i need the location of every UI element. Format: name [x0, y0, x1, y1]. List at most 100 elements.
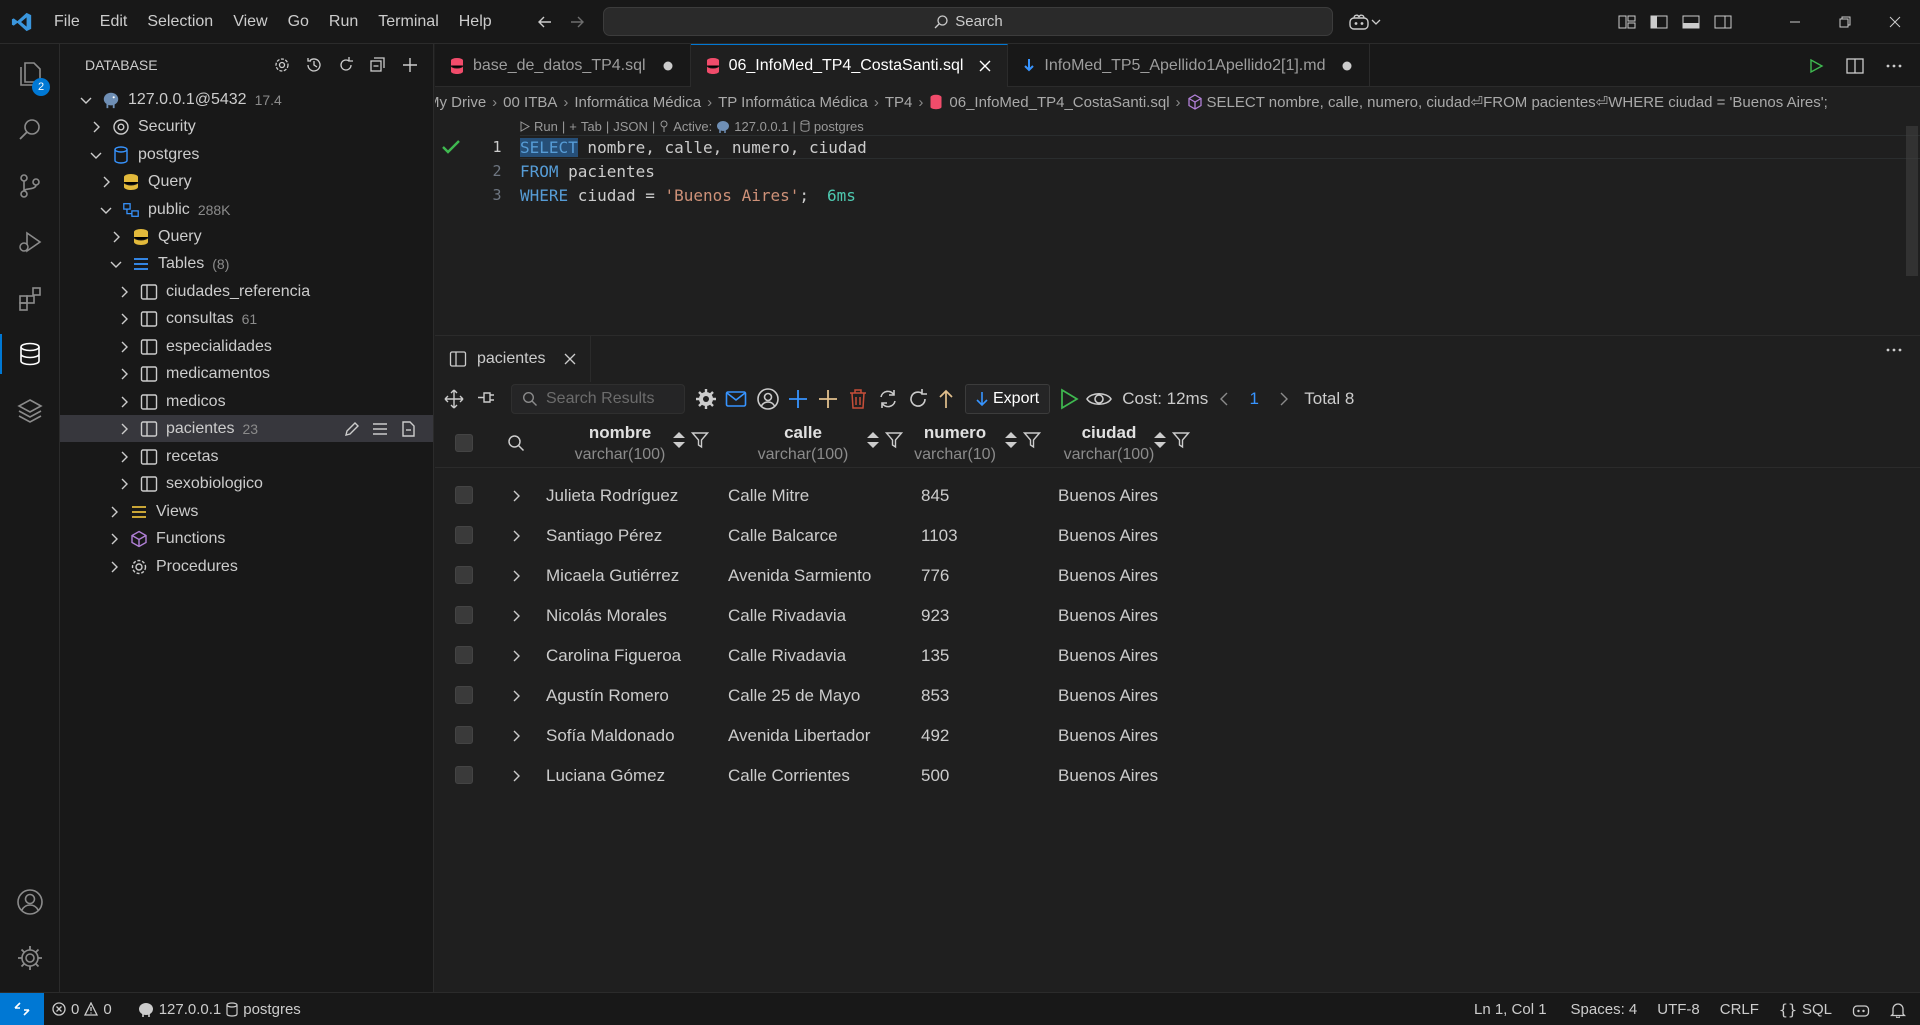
cell-nombre[interactable]: Santiago Pérez	[546, 516, 662, 556]
cell-numero[interactable]: 492	[921, 716, 949, 756]
editor-tab-2[interactable]: 06_InfoMed_TP4_CostaSanti.sql	[690, 44, 1009, 87]
notifications-bell-icon[interactable]	[1880, 993, 1920, 1025]
editor-tab-3[interactable]: InfoMed_TP5_Apellido1Apellido2[1].md	[1008, 44, 1371, 87]
copilot-menu[interactable]	[1348, 0, 1382, 44]
chevron-right-icon[interactable]	[116, 394, 132, 410]
eye-icon[interactable]	[1086, 386, 1113, 412]
cell-ciudad[interactable]: Buenos Aires	[1058, 636, 1158, 676]
toggle-secondary-sidebar-icon[interactable]	[1714, 14, 1732, 30]
row-checkbox[interactable]	[455, 606, 473, 624]
cell-nombre[interactable]: Luciana Gómez	[546, 756, 665, 796]
codelens-run[interactable]: Run	[534, 119, 558, 134]
cell-calle[interactable]: Calle Mitre	[728, 476, 809, 516]
select-all-checkbox[interactable]	[455, 434, 473, 452]
remote-icon[interactable]	[0, 992, 44, 1025]
chevron-down-icon[interactable]	[1370, 16, 1382, 28]
row-checkbox[interactable]	[455, 766, 473, 784]
cell-numero[interactable]: 845	[921, 476, 949, 516]
toggle-panel-icon[interactable]	[1682, 14, 1700, 30]
menu-terminal[interactable]: Terminal	[368, 0, 448, 44]
sort-icon[interactable]	[1152, 430, 1168, 450]
cell-nombre[interactable]: Micaela Gutiérrez	[546, 556, 679, 596]
chevron-right-icon[interactable]	[508, 728, 524, 744]
language-mode[interactable]: {} SQL	[1769, 993, 1842, 1025]
chevron-right-icon[interactable]	[108, 229, 124, 245]
chevron-right-icon[interactable]	[116, 284, 132, 300]
delete-trash-icon[interactable]	[845, 386, 871, 412]
cell-nombre[interactable]: Carolina Figueroa	[546, 636, 681, 676]
back-arrow-icon[interactable]	[536, 13, 554, 31]
chevron-down-icon[interactable]	[88, 147, 104, 163]
sql-editor[interactable]: 1 SELECT nombre, calle, numero, ciudad 2 FR…	[435, 135, 1920, 335]
database-view-icon[interactable]	[0, 326, 60, 382]
breadcrumb-symbol[interactable]: SELECT nombre, calle, numero, ciudad⏎FRO…	[1187, 93, 1828, 111]
table-row[interactable]: Sofía Maldonado Avenida Libertador 492 Buen…	[435, 716, 1920, 756]
cell-nombre[interactable]: Julieta Rodríguez	[546, 476, 678, 516]
table-row[interactable]: Luciana Gómez Calle Corrientes 500 Buenos A…	[435, 756, 1920, 796]
accounts-icon[interactable]	[0, 874, 60, 930]
line-endings[interactable]: CRLF	[1710, 993, 1769, 1025]
tree-item-security[interactable]: Security	[60, 113, 433, 140]
cell-nombre[interactable]: Agustín Romero	[546, 676, 669, 716]
chevron-right-icon[interactable]	[116, 366, 132, 382]
chevron-right-icon[interactable]	[106, 559, 122, 575]
forward-arrow-icon[interactable]	[568, 13, 586, 31]
customize-layout-icon[interactable]	[1618, 14, 1636, 30]
sort-icon[interactable]	[865, 430, 881, 450]
run-play-icon[interactable]	[1056, 386, 1082, 412]
chevron-right-icon[interactable]	[508, 488, 524, 504]
refresh-icon[interactable]	[905, 386, 931, 412]
chevron-right-icon[interactable]	[88, 119, 104, 135]
code-line-3[interactable]: 3 WHERE ciudad = 'Buenos Aires'; 6ms	[435, 183, 1785, 207]
minimize-icon[interactable]	[1770, 0, 1820, 44]
add-row-icon[interactable]	[785, 386, 811, 412]
menu-run[interactable]: Run	[319, 0, 368, 44]
filter-icon[interactable]	[1172, 430, 1190, 450]
tree-item-query[interactable]: Query	[60, 223, 433, 250]
tree-item-127-0-0-1-5432[interactable]: 127.0.0.1@5432 17.4	[60, 86, 433, 113]
unsaved-dot-icon[interactable]	[660, 58, 676, 74]
tree-item-pacientes[interactable]: pacientes 23	[60, 415, 433, 442]
tree-item-recetas[interactable]: recetas	[60, 443, 433, 470]
chevron-right-icon[interactable]	[106, 531, 122, 547]
layers-icon[interactable]	[0, 382, 60, 438]
chevron-right-icon[interactable]	[106, 504, 122, 520]
pin-icon[interactable]	[473, 386, 499, 412]
tree-item-views[interactable]: Views	[60, 498, 433, 525]
problems-indicator[interactable]: 0 0	[44, 993, 120, 1025]
menu-help[interactable]: Help	[449, 0, 502, 44]
close-icon[interactable]	[977, 58, 993, 74]
cell-ciudad[interactable]: Buenos Aires	[1058, 596, 1158, 636]
connection-status[interactable]: 127.0.0.1 postgres	[130, 993, 309, 1025]
chevron-right-icon[interactable]	[116, 476, 132, 492]
cell-numero[interactable]: 923	[921, 596, 949, 636]
tree-item-especialidades[interactable]: especialidades	[60, 333, 433, 360]
search-results-input[interactable]	[546, 390, 676, 408]
settings-gear-icon[interactable]	[693, 386, 719, 412]
list-icon[interactable]	[371, 420, 389, 438]
sort-icon[interactable]	[1003, 430, 1019, 450]
chevron-right-icon[interactable]	[508, 608, 524, 624]
tree-item-sexobiologico[interactable]: sexobiologico	[60, 470, 433, 497]
codelens-db[interactable]: postgres	[814, 119, 864, 134]
source-control-icon[interactable]	[0, 158, 60, 214]
run-query-icon[interactable]	[1808, 58, 1824, 74]
cell-calle[interactable]: Avenida Sarmiento	[728, 556, 871, 596]
cell-nombre[interactable]: Nicolás Morales	[546, 596, 667, 636]
filter-icon[interactable]	[691, 430, 709, 450]
cell-calle[interactable]: Calle Rivadavia	[728, 636, 846, 676]
breadcrumb-item[interactable]: TP Informática Médica	[718, 94, 868, 111]
command-center-search[interactable]: Search	[603, 7, 1333, 36]
table-row[interactable]: Micaela Gutiérrez Avenida Sarmiento 776 Bue…	[435, 556, 1920, 596]
cell-calle[interactable]: Calle Rivadavia	[728, 596, 846, 636]
code-line-1[interactable]: 1 SELECT nombre, calle, numero, ciudad	[435, 135, 1920, 159]
menu-view[interactable]: View	[223, 0, 277, 44]
run-debug-icon[interactable]	[0, 214, 60, 270]
search-results-box[interactable]	[511, 384, 685, 414]
history-icon[interactable]	[305, 56, 323, 74]
close-window-icon[interactable]	[1870, 0, 1920, 44]
cell-nombre[interactable]: Sofía Maldonado	[546, 716, 675, 756]
breadcrumb-item[interactable]: Informática Médica	[574, 94, 701, 111]
breadcrumb-item[interactable]: 00 ITBA	[503, 94, 557, 111]
sort-icon[interactable]	[671, 430, 687, 450]
